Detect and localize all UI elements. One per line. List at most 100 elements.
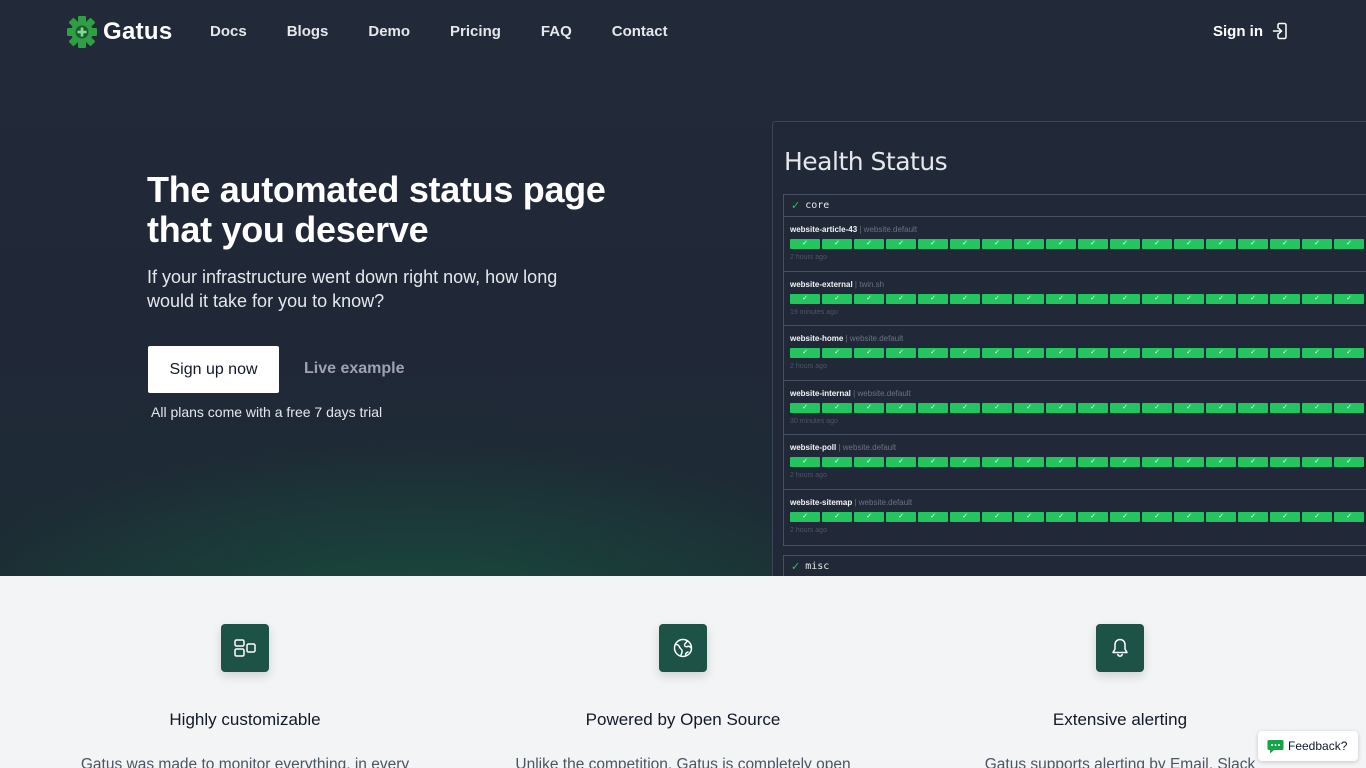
status-bar-success[interactable]: ✓ (1110, 457, 1140, 468)
status-bar-success[interactable]: ✓ (918, 511, 948, 522)
status-bar-success[interactable]: ✓ (1270, 457, 1300, 468)
status-bar-success[interactable]: ✓ (1046, 402, 1076, 413)
status-bar-success[interactable]: ✓ (982, 348, 1012, 359)
nav-link-docs[interactable]: Docs (210, 23, 247, 41)
status-bar-success[interactable]: ✓ (982, 511, 1012, 522)
status-bar-success[interactable]: ✓ (1078, 348, 1108, 359)
status-bar-success[interactable]: ✓ (1334, 293, 1364, 304)
status-bar-success[interactable]: ✓ (1174, 239, 1204, 249)
status-bar-success[interactable]: ✓ (1238, 348, 1268, 359)
status-bar-success[interactable]: ✓ (1110, 239, 1140, 249)
status-bar-success[interactable]: ✓ (1302, 402, 1332, 413)
feedback-button[interactable]: Feedback? (1258, 731, 1358, 761)
status-bar-success[interactable]: ✓ (1206, 239, 1236, 249)
status-bar-success[interactable]: ✓ (1046, 348, 1076, 359)
status-bar-success[interactable]: ✓ (1270, 239, 1300, 249)
status-bar-success[interactable]: ✓ (1174, 293, 1204, 304)
status-bar-success[interactable]: ✓ (886, 457, 916, 468)
status-bar-success[interactable]: ✓ (1270, 348, 1300, 359)
status-bar-success[interactable]: ✓ (886, 293, 916, 304)
status-bar-success[interactable]: ✓ (918, 348, 948, 359)
endpoint-row[interactable]: website-external | twin.sh ✓ ✓ ✓ ✓ ✓ ✓ ✓ ✓ ✓ ✓ ✓ ✓ ✓ ✓… (784, 272, 1366, 327)
status-bar-success[interactable]: ✓ (1078, 402, 1108, 413)
status-bar-success[interactable]: ✓ (1014, 293, 1044, 304)
status-bar-success[interactable]: ✓ (1110, 511, 1140, 522)
status-bar-success[interactable]: ✓ (1302, 348, 1332, 359)
status-bar-success[interactable]: ✓ (854, 239, 884, 249)
status-bar-success[interactable]: ✓ (1270, 402, 1300, 413)
status-bar-success[interactable]: ✓ (790, 239, 820, 249)
status-bar-success[interactable]: ✓ (1078, 511, 1108, 522)
status-bar-success[interactable]: ✓ (950, 511, 980, 522)
status-bar-success[interactable]: ✓ (822, 239, 852, 249)
status-bar-success[interactable]: ✓ (1206, 457, 1236, 468)
status-bar-success[interactable]: ✓ (1142, 348, 1172, 359)
status-bar-success[interactable]: ✓ (1238, 402, 1268, 413)
status-bar-success[interactable]: ✓ (950, 239, 980, 249)
status-bar-success[interactable]: ✓ (1046, 457, 1076, 468)
status-bar-success[interactable]: ✓ (1238, 293, 1268, 304)
status-bar-success[interactable]: ✓ (982, 239, 1012, 249)
status-bar-success[interactable]: ✓ (918, 402, 948, 413)
status-bar-success[interactable]: ✓ (1142, 457, 1172, 468)
status-bar-success[interactable]: ✓ (950, 402, 980, 413)
status-bar-success[interactable]: ✓ (1014, 511, 1044, 522)
status-bar-success[interactable]: ✓ (822, 293, 852, 304)
status-bar-success[interactable]: ✓ (854, 511, 884, 522)
logo[interactable]: Gatus (66, 15, 173, 49)
status-bar-success[interactable]: ✓ (1206, 511, 1236, 522)
sign-up-button[interactable]: Sign up now (148, 346, 279, 393)
status-bar-success[interactable]: ✓ (854, 402, 884, 413)
status-bar-success[interactable]: ✓ (886, 511, 916, 522)
status-bar-success[interactable]: ✓ (790, 293, 820, 304)
status-bar-success[interactable]: ✓ (1206, 293, 1236, 304)
status-bar-success[interactable]: ✓ (1206, 402, 1236, 413)
sign-in-link[interactable]: Sign in (1213, 22, 1288, 40)
endpoint-row[interactable]: website-article-43 | website.default ✓ ✓ ✓ ✓… (784, 217, 1366, 272)
status-bar-success[interactable]: ✓ (1046, 511, 1076, 522)
status-bar-success[interactable]: ✓ (918, 293, 948, 304)
status-bar-success[interactable]: ✓ (1334, 511, 1364, 522)
status-bar-success[interactable]: ✓ (1142, 239, 1172, 249)
status-bar-success[interactable]: ✓ (1046, 239, 1076, 249)
status-bar-success[interactable]: ✓ (1142, 511, 1172, 522)
status-bar-success[interactable]: ✓ (886, 402, 916, 413)
endpoint-row[interactable]: website-poll | website.default ✓ ✓ ✓ ✓ ✓ ✓ ✓ ✓ ✓ ✓… (784, 435, 1366, 490)
nav-link-blogs[interactable]: Blogs (287, 23, 329, 41)
status-bar-success[interactable]: ✓ (1174, 348, 1204, 359)
endpoint-row[interactable]: website-internal | website.default ✓ ✓ ✓ ✓ ✓ ✓… (784, 381, 1366, 436)
status-bar-success[interactable]: ✓ (1206, 348, 1236, 359)
nav-link-faq[interactable]: FAQ (541, 23, 572, 41)
status-bar-success[interactable]: ✓ (1174, 402, 1204, 413)
status-bar-success[interactable]: ✓ (1302, 239, 1332, 249)
status-bar-success[interactable]: ✓ (950, 293, 980, 304)
status-bar-success[interactable]: ✓ (822, 457, 852, 468)
status-bar-success[interactable]: ✓ (982, 402, 1012, 413)
status-bar-success[interactable]: ✓ (950, 457, 980, 468)
status-bar-success[interactable]: ✓ (854, 457, 884, 468)
live-example-link[interactable]: Live example (304, 359, 405, 379)
endpoint-row[interactable]: website-sitemap | website.default ✓ ✓ ✓ ✓ ✓ ✓ ✓… (784, 490, 1366, 545)
status-bar-success[interactable]: ✓ (854, 293, 884, 304)
status-bar-success[interactable]: ✓ (918, 239, 948, 249)
status-bar-success[interactable]: ✓ (1302, 511, 1332, 522)
status-bar-success[interactable]: ✓ (1334, 348, 1364, 359)
status-bar-success[interactable]: ✓ (886, 348, 916, 359)
status-bar-success[interactable]: ✓ (1238, 511, 1268, 522)
status-bar-success[interactable]: ✓ (1110, 402, 1140, 413)
nav-link-demo[interactable]: Demo (368, 23, 410, 41)
status-bar-success[interactable]: ✓ (1014, 348, 1044, 359)
status-bar-success[interactable]: ✓ (1078, 457, 1108, 468)
nav-link-contact[interactable]: Contact (612, 23, 668, 41)
status-bar-success[interactable]: ✓ (1014, 457, 1044, 468)
status-bar-success[interactable]: ✓ (1046, 293, 1076, 304)
status-bar-success[interactable]: ✓ (982, 293, 1012, 304)
endpoint-row[interactable]: website-home | website.default ✓ ✓ ✓ ✓ ✓ ✓ ✓ ✓ ✓ ✓… (784, 326, 1366, 381)
status-bar-success[interactable]: ✓ (918, 457, 948, 468)
status-bar-success[interactable]: ✓ (790, 348, 820, 359)
status-bar-success[interactable]: ✓ (790, 457, 820, 468)
status-bar-success[interactable]: ✓ (886, 239, 916, 249)
status-bar-success[interactable]: ✓ (822, 348, 852, 359)
status-bar-success[interactable]: ✓ (1174, 511, 1204, 522)
status-bar-success[interactable]: ✓ (1014, 402, 1044, 413)
